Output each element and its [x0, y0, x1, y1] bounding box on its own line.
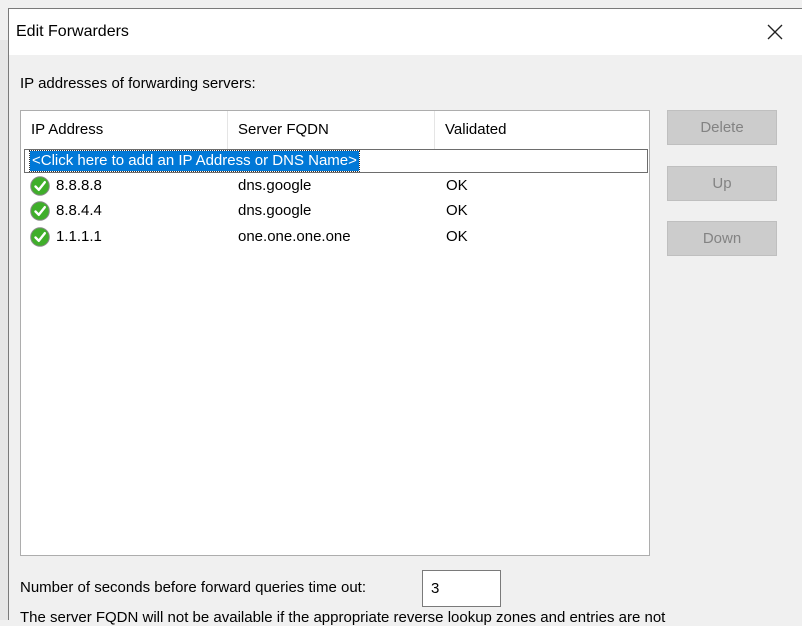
column-header-validated[interactable]: Validated — [435, 111, 649, 149]
forwarders-list[interactable]: IP Address Server FQDN Validated <Click … — [20, 110, 650, 556]
add-forwarder-row[interactable]: <Click here to add an IP Address or DNS … — [24, 149, 648, 173]
delete-button[interactable]: Delete — [667, 110, 777, 145]
dialog-title: Edit Forwarders — [16, 23, 129, 40]
up-button-label: Up — [712, 175, 732, 192]
validated-cell: OK — [446, 202, 468, 219]
fqdn-cell: dns.google — [238, 177, 312, 194]
timeout-label: Number of seconds before forward queries… — [20, 579, 367, 596]
ip-address-cell: 1.1.1.1 — [56, 228, 102, 245]
ip-address-cell: 8.8.8.8 — [56, 177, 102, 194]
check-circle-icon — [30, 201, 50, 221]
column-header-fqdn[interactable]: Server FQDN — [228, 111, 435, 149]
edit-forwarders-dialog: Edit Forwarders IP addresses of forwardi… — [8, 8, 802, 626]
delete-button-label: Delete — [700, 119, 744, 136]
validated-cell: OK — [446, 228, 468, 245]
timeout-seconds-input[interactable] — [422, 570, 501, 607]
fqdn-cell: dns.google — [238, 202, 312, 219]
table-row[interactable]: 8.8.8.8 dns.google OK — [21, 174, 649, 199]
table-row[interactable]: 1.1.1.1 one.one.one.one OK — [21, 225, 649, 250]
fqdn-availability-note: The server FQDN will not be available if… — [20, 609, 666, 626]
validated-cell: OK — [446, 177, 468, 194]
ip-address-cell: 8.8.4.4 — [56, 202, 102, 219]
column-header-ip[interactable]: IP Address — [21, 111, 228, 149]
forwarders-section-label: IP addresses of forwarding servers: — [20, 75, 256, 92]
up-button[interactable]: Up — [667, 166, 777, 201]
check-circle-icon — [30, 227, 50, 247]
close-icon[interactable] — [762, 19, 788, 45]
fqdn-cell: one.one.one.one — [238, 228, 351, 245]
title-bar: Edit Forwarders — [9, 9, 802, 55]
background-window-edge — [0, 40, 8, 620]
add-forwarder-prompt[interactable]: <Click here to add an IP Address or DNS … — [29, 150, 360, 172]
down-button[interactable]: Down — [667, 221, 777, 256]
table-row[interactable]: 8.8.4.4 dns.google OK — [21, 199, 649, 224]
check-circle-icon — [30, 176, 50, 196]
down-button-label: Down — [702, 230, 742, 247]
